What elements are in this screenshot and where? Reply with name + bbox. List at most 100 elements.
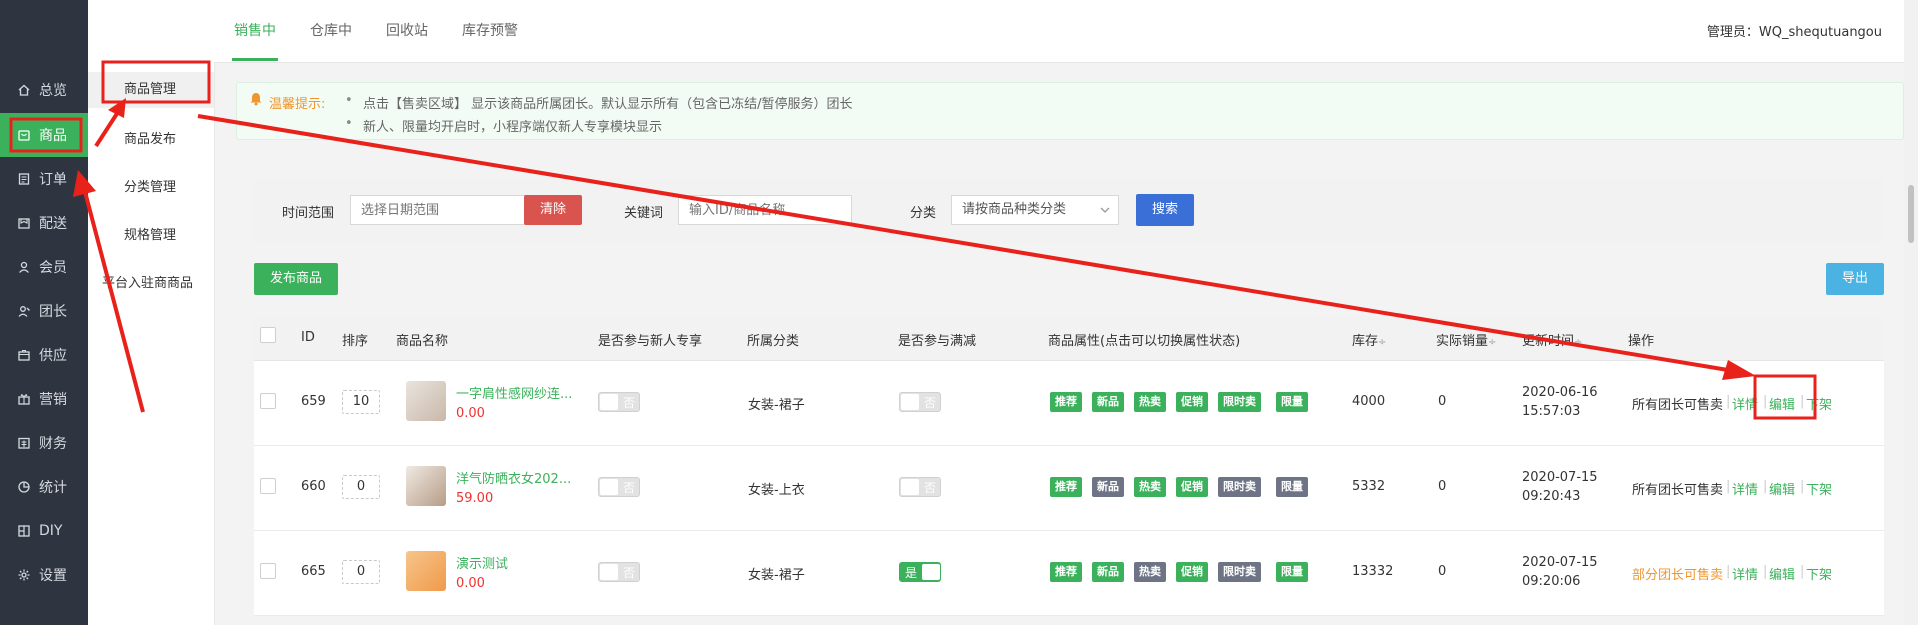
row-checkbox[interactable] xyxy=(260,478,276,494)
attr-tag[interactable]: 推荐 xyxy=(1050,562,1082,582)
admin-name[interactable]: WQ_shequtuangou xyxy=(1759,25,1882,40)
attr-tag[interactable]: 新品 xyxy=(1092,562,1124,582)
sale-scope[interactable]: 部分团长可售卖 xyxy=(1632,564,1723,583)
attr-tag[interactable]: 新品 xyxy=(1092,392,1124,412)
category-select-value: 请按商品种类分类 xyxy=(962,202,1067,217)
toggle-label: 否 xyxy=(924,396,937,410)
attr-tag[interactable]: 推荐 xyxy=(1050,477,1082,497)
attr-tag[interactable]: 热卖 xyxy=(1134,392,1166,412)
sale-scope[interactable]: 所有团长可售卖 xyxy=(1632,394,1723,413)
col-attrs: 商品属性(点击可以切换属性状态) xyxy=(1048,334,1241,349)
goods-category: 女装-上衣 xyxy=(748,483,805,498)
goods-name-link[interactable]: 洋气防晒衣女202... xyxy=(456,468,571,487)
vertical-scrollbar[interactable] xyxy=(1904,0,1918,625)
sort-input[interactable]: 10 xyxy=(342,390,380,414)
edit-link[interactable]: 编辑 xyxy=(1769,479,1795,498)
attr-tag[interactable]: 限时卖 xyxy=(1218,392,1261,412)
attr-tag[interactable]: 新品 xyxy=(1092,477,1124,497)
date-range-input[interactable] xyxy=(350,195,526,225)
goods-name-link[interactable]: 一字肩性感网纱连... xyxy=(456,383,572,402)
tab-warehouse[interactable]: 仓库中 xyxy=(310,20,352,40)
col-update-time[interactable]: 更新时间÷ xyxy=(1522,330,1582,349)
active-tab-indicator xyxy=(232,58,278,61)
clear-button[interactable]: 清除 xyxy=(524,195,582,225)
sidebar-item-diy[interactable]: DIY xyxy=(0,509,88,553)
sidebar-item-goods[interactable]: 商品 xyxy=(0,113,88,157)
sidebar-item-order[interactable]: 订单 xyxy=(0,157,88,201)
goods-price: 0.00 xyxy=(456,406,485,421)
fullcut-toggle[interactable]: 是 xyxy=(899,562,941,582)
detail-link[interactable]: 详情 xyxy=(1732,564,1758,583)
fullcut-toggle[interactable]: 否 xyxy=(899,477,941,497)
attr-tag[interactable]: 促销 xyxy=(1176,392,1208,412)
col-sales[interactable]: 实际销量÷ xyxy=(1436,330,1496,349)
sidebar-item-delivery[interactable]: 配送 xyxy=(0,201,88,245)
ops-separator: | xyxy=(1726,564,1731,579)
sidebar-item-gear[interactable]: 设置 xyxy=(0,553,88,597)
take-down-link[interactable]: 下架 xyxy=(1806,394,1832,413)
toggle-knob xyxy=(600,564,618,580)
subnav-item-goods-manage[interactable]: 商品管理 xyxy=(88,72,214,108)
toggle-knob xyxy=(901,479,919,495)
goods-id: 659 xyxy=(301,394,326,409)
goods-name-link[interactable]: 演示测试 xyxy=(456,553,508,572)
notice-bullet: • xyxy=(345,116,353,131)
sidebar-item-home[interactable]: 总览 xyxy=(0,68,88,112)
goods-category: 女装-裙子 xyxy=(748,568,805,583)
row-checkbox[interactable] xyxy=(260,563,276,579)
attr-tag[interactable]: 促销 xyxy=(1176,477,1208,497)
newbie-toggle[interactable]: 否 xyxy=(598,562,640,582)
take-down-link[interactable]: 下架 xyxy=(1806,479,1832,498)
tab-stock-warning[interactable]: 库存预警 xyxy=(462,20,518,40)
fullcut-toggle[interactable]: 否 xyxy=(899,392,941,412)
attr-tag[interactable]: 热卖 xyxy=(1134,562,1166,582)
row-checkbox[interactable] xyxy=(260,393,276,409)
goods-thumbnail xyxy=(406,466,446,506)
sidebar-item-member[interactable]: 会员 xyxy=(0,245,88,289)
sale-scope[interactable]: 所有团长可售卖 xyxy=(1632,479,1723,498)
sort-input[interactable]: 0 xyxy=(342,560,380,584)
attr-tag[interactable]: 限量 xyxy=(1276,392,1308,412)
attr-tag[interactable]: 限量 xyxy=(1276,477,1308,497)
detail-link[interactable]: 详情 xyxy=(1732,479,1758,498)
attr-tag[interactable]: 推荐 xyxy=(1050,392,1082,412)
main-sidebar: 总览 商品 订单配送会员 团长 供应 营销 财务 统计 DIY 设置 xyxy=(0,0,88,625)
attr-tag[interactable]: 限量 xyxy=(1276,562,1308,582)
attr-tag[interactable]: 限时卖 xyxy=(1218,562,1261,582)
goods-stock: 4000 xyxy=(1352,394,1386,409)
sidebar-item-label: 配送 xyxy=(39,216,67,232)
subnav-item-merchant-goods[interactable]: 平台入驻商商品 xyxy=(88,266,214,302)
table-row: 660 0 洋气防晒衣女202... 59.00 否 女装-上衣 否 推荐 新品 热卖 促销 限时卖限… xyxy=(254,446,1884,531)
subnav-item-goods-publish[interactable]: 商品发布 xyxy=(88,122,214,158)
goods-thumbnail xyxy=(406,551,446,591)
newbie-toggle[interactable]: 否 xyxy=(598,477,640,497)
category-select[interactable]: 请按商品种类分类 xyxy=(951,195,1119,225)
detail-link[interactable]: 详情 xyxy=(1732,394,1758,413)
subnav-item-category-manage[interactable]: 分类管理 xyxy=(88,170,214,206)
search-button[interactable]: 搜索 xyxy=(1136,194,1194,226)
keyword-input[interactable] xyxy=(678,195,852,225)
col-stock[interactable]: 库存÷ xyxy=(1352,330,1386,349)
publish-goods-button[interactable]: 发布商品 xyxy=(254,263,338,295)
sidebar-item-chart[interactable]: 统计 xyxy=(0,465,88,509)
edit-link[interactable]: 编辑 xyxy=(1769,394,1795,413)
select-all-checkbox[interactable] xyxy=(260,327,276,343)
ops-separator: | xyxy=(1726,394,1731,409)
tab-on-sale[interactable]: 销售中 xyxy=(234,20,276,40)
take-down-link[interactable]: 下架 xyxy=(1806,564,1832,583)
sidebar-item-leader[interactable]: 团长 xyxy=(0,289,88,333)
tab-recycle-bin[interactable]: 回收站 xyxy=(386,20,428,40)
attr-tag[interactable]: 限时卖 xyxy=(1218,477,1261,497)
sidebar-item-supply[interactable]: 供应 xyxy=(0,333,88,377)
attr-tag[interactable]: 促销 xyxy=(1176,562,1208,582)
subnav-item-spec-manage[interactable]: 规格管理 xyxy=(88,218,214,254)
attr-tag[interactable]: 热卖 xyxy=(1134,477,1166,497)
export-button[interactable]: 导出 xyxy=(1826,263,1884,295)
newbie-toggle[interactable]: 否 xyxy=(598,392,640,412)
vertical-scrollbar-thumb[interactable] xyxy=(1908,185,1914,243)
edit-link[interactable]: 编辑 xyxy=(1769,564,1795,583)
ops-separator: | xyxy=(1800,479,1805,494)
sidebar-item-finance[interactable]: 财务 xyxy=(0,421,88,465)
sort-input[interactable]: 0 xyxy=(342,475,380,499)
sidebar-item-gift[interactable]: 营销 xyxy=(0,377,88,421)
